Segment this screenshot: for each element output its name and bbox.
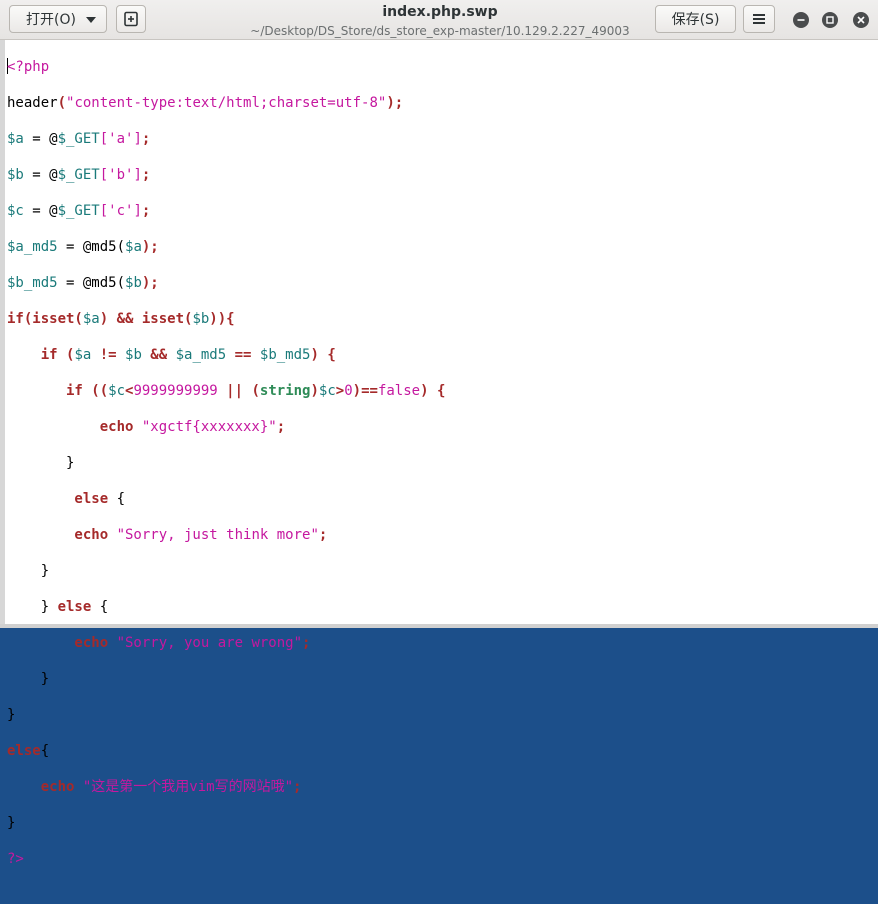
menu-button[interactable] [743, 5, 775, 33]
minimize-button[interactable] [793, 12, 809, 28]
window-subtitle: ~/Desktop/DS_Store/ds_store_exp-master/1… [250, 24, 630, 38]
chevron-down-icon [86, 17, 96, 23]
code-line: } [7, 671, 50, 687]
text-editor-window: 打开(O) index.php.swp ~/Desktop/DS_Store/d… [0, 0, 878, 867]
code-line: $a_md5 = @md5($a); [7, 239, 159, 255]
code-editor[interactable]: <?php header("content-type:text/html;cha… [0, 40, 878, 867]
code-line: if(isset($a) && isset($b)){ [7, 311, 235, 327]
code-line: } [7, 563, 50, 579]
save-button[interactable]: 保存(S) [655, 5, 736, 33]
minimize-icon [797, 19, 805, 21]
close-button[interactable] [853, 12, 869, 28]
code-line: else{ [7, 743, 50, 759]
code-line: $a = @$_GET['a']; [7, 131, 151, 147]
code-line: } [7, 455, 75, 471]
close-icon [857, 16, 865, 24]
code-line: echo "Sorry, you are wrong"; [7, 635, 311, 651]
window-title-area: index.php.swp ~/Desktop/DS_Store/ds_stor… [230, 3, 650, 39]
status-bar [0, 624, 878, 628]
code-line: $c = @$_GET['c']; [7, 203, 151, 219]
maximize-icon [826, 16, 834, 24]
code-line: <?php [7, 58, 50, 75]
code-text[interactable]: <?php header("content-type:text/html;cha… [7, 40, 445, 904]
code-line: else { [7, 491, 126, 507]
open-button-label: 打开(O) [26, 12, 76, 28]
window-title: index.php.swp [382, 4, 498, 20]
code-line: echo "Sorry, just think more"; [7, 527, 328, 543]
new-document-icon [124, 11, 138, 27]
code-line: if (($c<9999999999 || (string)$c>0)==fal… [7, 383, 446, 399]
header-bar: 打开(O) index.php.swp ~/Desktop/DS_Store/d… [0, 0, 878, 40]
code-line: header("content-type:text/html;charset=u… [7, 95, 404, 111]
code-line: $b = @$_GET['b']; [7, 167, 151, 183]
open-button[interactable]: 打开(O) [9, 5, 107, 33]
code-line: } [7, 815, 16, 831]
hamburger-menu-icon [753, 14, 765, 24]
save-button-label: 保存(S) [671, 12, 720, 28]
code-line: $b_md5 = @md5($b); [7, 275, 159, 291]
new-document-button[interactable] [116, 5, 146, 33]
maximize-button[interactable] [822, 12, 838, 28]
code-line: if ($a != $b && $a_md5 == $b_md5) { [7, 347, 336, 363]
code-line: } else { [7, 599, 109, 615]
code-line: } [7, 707, 16, 723]
code-line: echo "这是第一个我用vim写的网站哦"; [7, 779, 302, 795]
code-line: ?> [7, 851, 24, 867]
code-line: echo "xgctf{xxxxxxx}"; [7, 419, 286, 435]
